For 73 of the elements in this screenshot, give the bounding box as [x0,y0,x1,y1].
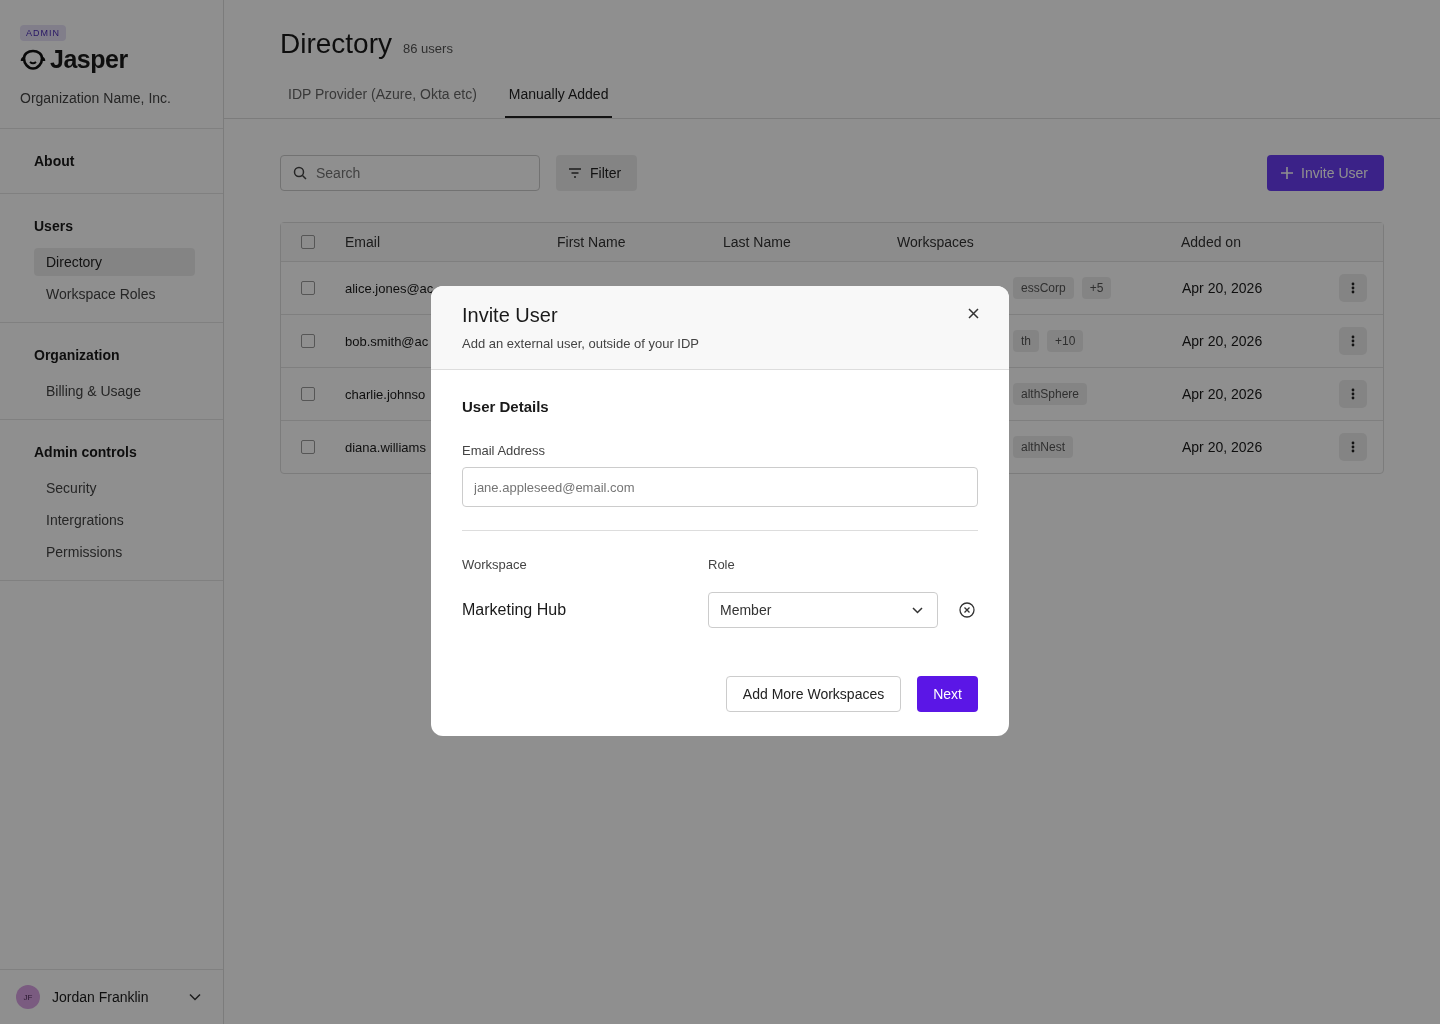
workspace-tag: +5 [1081,277,1112,299]
table-cell: Apr 20, 2026 [1182,333,1263,349]
field-label: Email Address [462,443,547,458]
nav-item[interactable]: Directory [34,248,195,276]
column-header: Added on [1181,234,1241,250]
nav-item[interactable]: Permissions [34,538,195,566]
tab[interactable]: Manually Added [504,86,613,118]
workspace-tag: althNest [1013,436,1074,458]
workspace-tag: +10 [1047,330,1084,352]
filter-icon [568,168,582,178]
checkbox[interactable] [301,440,315,454]
avatar: JF [16,985,40,1009]
add-more-workspaces-button[interactable]: Add More Workspaces [725,676,902,712]
logo-text: Jasper [50,45,128,74]
nav-section-title: Users [34,217,74,236]
workspace-tag: th [1013,330,1039,352]
search-field[interactable]: Search [280,155,540,191]
workspace-name: Marketing Hub [462,601,568,619]
column-header: Workspaces [897,234,974,250]
email-input[interactable]: jane.appleseed@email.com [462,467,978,507]
page-title: Directory [280,28,392,60]
nav-item[interactable]: Security [34,474,195,502]
nav-item[interactable]: Billing & Usage [34,377,195,405]
nav-item[interactable]: Workspace Roles [34,280,195,308]
dialog-title: Invite User [462,304,558,327]
organization-name: Organization Name, Inc. [20,90,171,106]
close-icon [968,308,979,319]
column-label: Role [708,557,736,572]
section-title: User Details [462,398,550,415]
user-count: 86 users [403,41,453,56]
checkbox[interactable] [301,235,315,249]
nav-section-title: Admin controls [34,443,138,462]
user-name[interactable]: Jordan Franklin [52,989,177,1005]
table-cell: diana.williams [345,439,426,455]
vertical-dots-icon [1351,282,1355,294]
invite-user-button[interactable]: Invite User [1267,155,1384,191]
checkbox[interactable] [301,334,315,348]
next-button[interactable]: Next [917,676,978,712]
nav-section-title[interactable]: About [34,149,195,173]
admin-badge: ADMIN [20,25,66,41]
search-icon [293,166,307,180]
checkbox[interactable] [301,387,315,401]
table-cell: Apr 20, 2026 [1182,280,1263,296]
more-options-button[interactable] [1339,327,1367,355]
plus-icon [1281,167,1294,179]
nav-item[interactable]: Intergrations [34,506,195,534]
column-header: First Name [557,234,626,250]
column-header: Email [345,234,380,250]
table-cell: Apr 20, 2026 [1182,439,1263,455]
more-options-button[interactable] [1339,380,1367,408]
chevron-down-icon[interactable] [189,993,201,1001]
checkbox[interactable] [301,281,315,295]
chevron-down-icon [912,606,923,614]
smiley-logo-icon [20,48,46,71]
more-options-button[interactable] [1339,274,1367,302]
vertical-dots-icon [1351,441,1355,453]
remove-circle-icon[interactable] [959,602,975,618]
vertical-dots-icon [1351,388,1355,400]
workspace-tag: essCorp [1013,277,1074,299]
role-select[interactable]: Member [708,592,938,628]
nav-section-title: Organization [34,346,121,365]
column-header: Last Name [723,234,791,250]
workspace-tag: althSphere [1013,383,1088,405]
column-label: Workspace [462,557,528,572]
table-cell: Apr 20, 2026 [1182,386,1263,402]
filter-button[interactable]: Filter [556,155,638,191]
table-cell: bob.smith@ac [345,333,429,349]
table-cell: alice.jones@ac [345,280,434,296]
dialog-subtitle: Add an external user, outside of your IDP [462,336,700,351]
vertical-dots-icon [1351,335,1355,347]
more-options-button[interactable] [1339,433,1367,461]
tab[interactable]: IDP Provider (Azure, Okta etc) [284,86,481,118]
table-cell: charlie.johnso [345,386,426,402]
